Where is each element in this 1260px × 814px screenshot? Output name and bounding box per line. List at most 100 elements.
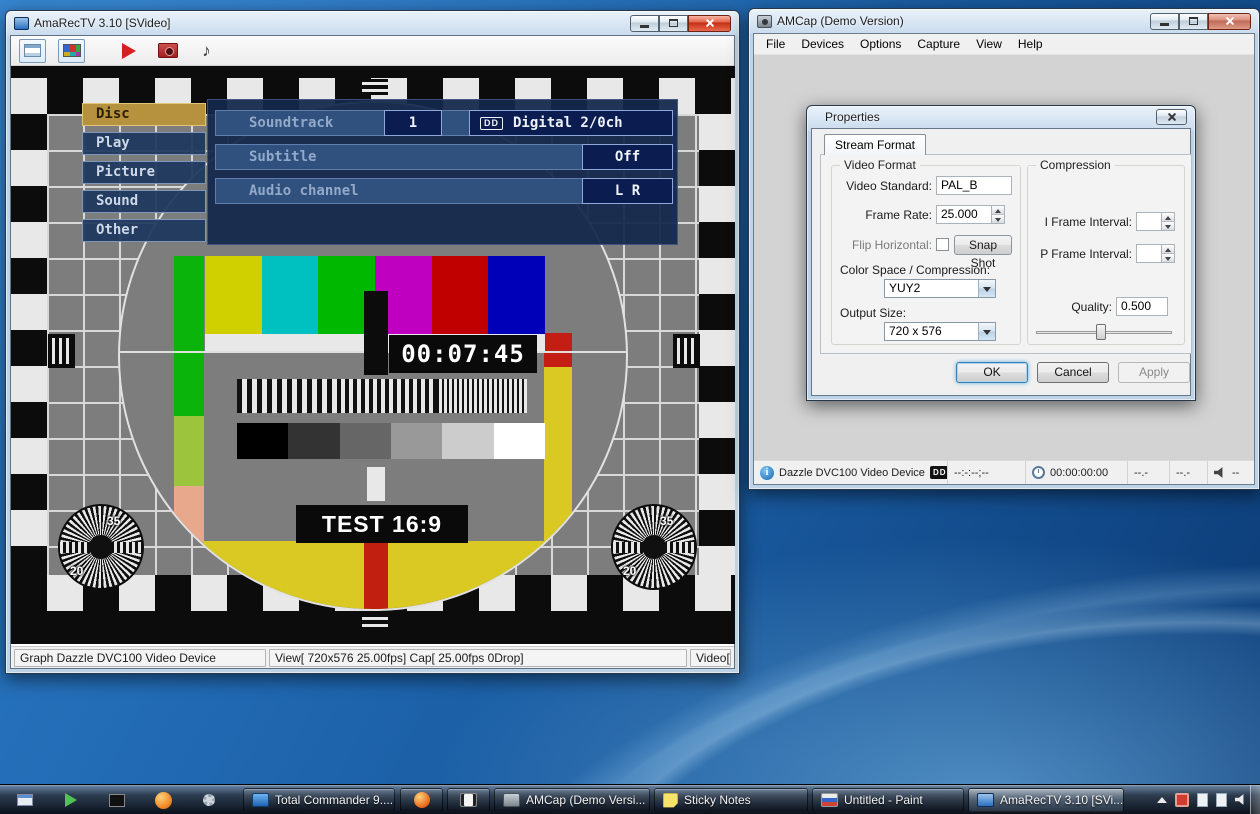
- spinner-down-icon[interactable]: [992, 215, 1004, 223]
- dvd-menu-item-disc[interactable]: Disc: [82, 103, 206, 126]
- frame-rate-spinner[interactable]: [992, 205, 1005, 224]
- quicklaunch-launch-button[interactable]: [60, 789, 82, 811]
- i-frame-interval-label: I Frame Interval:: [1044, 215, 1132, 229]
- quicklaunch-window-button[interactable]: [14, 789, 36, 811]
- status-graph-device: Graph Dazzle DVC100 Video Device: [14, 648, 266, 667]
- amcap-maximize-button[interactable]: [1179, 12, 1208, 30]
- amcap-close-button[interactable]: [1208, 12, 1251, 30]
- properties-dialog: Properties Stream Format Video Format Vi…: [806, 105, 1196, 401]
- desktop: AmaRecTV 3.10 [SVideo] ♪ 00:07:45 TEST 1…: [0, 0, 1260, 814]
- menu-help[interactable]: Help: [1010, 34, 1051, 54]
- taskbar-button-app[interactable]: [447, 788, 490, 812]
- tray-document-icon-1[interactable]: [1197, 792, 1208, 807]
- taskbar-button-firefox[interactable]: [400, 788, 443, 812]
- menu-devices[interactable]: Devices: [793, 34, 852, 54]
- taskbar-button-paint[interactable]: Untitled - Paint: [812, 788, 964, 812]
- properties-titlebar[interactable]: Properties: [811, 106, 1191, 128]
- apply-button[interactable]: Apply: [1118, 362, 1190, 383]
- properties-close-button[interactable]: [1156, 109, 1187, 125]
- quality-slider[interactable]: [1036, 324, 1172, 340]
- firefox-icon: [413, 792, 430, 808]
- taskbar-button-amarectv[interactable]: AmaRecTV 3.10 [SVi...: [968, 788, 1124, 812]
- video-standard-label: Video Standard:: [846, 179, 932, 193]
- dvd-menu-item-picture[interactable]: Picture: [82, 161, 206, 184]
- taskbar-button-amcap[interactable]: AMCap (Demo Versi...: [494, 788, 650, 812]
- volume-icon[interactable]: [1235, 794, 1244, 805]
- amcap-status-value-1: --.-: [1128, 461, 1170, 484]
- clock-icon: [1032, 466, 1045, 479]
- screen-icon: [24, 44, 41, 57]
- taskbar-button-total-commander[interactable]: Total Commander 9....: [243, 788, 395, 812]
- amarectv-titlebar[interactable]: AmaRecTV 3.10 [SVideo]: [10, 11, 735, 35]
- video-standard-field[interactable]: PAL_B: [936, 176, 1012, 195]
- quicklaunch-console-button[interactable]: [106, 789, 128, 811]
- dvd-soundtrack-label: Soundtrack: [249, 115, 334, 131]
- dvd-subtitle-value: Off: [582, 144, 673, 170]
- properties-title: Properties: [825, 110, 880, 124]
- amcap-status-timer: 00:00:00:00: [1026, 461, 1128, 484]
- menu-view[interactable]: View: [968, 34, 1010, 54]
- dvd-menu-panel: Soundtrack 1 DD Digital 2/0ch Subtitle O…: [207, 99, 678, 245]
- preview-config-button[interactable]: [19, 38, 46, 63]
- tab-stream-format[interactable]: Stream Format: [824, 134, 927, 155]
- snap-shot-button[interactable]: Snap Shot: [954, 235, 1012, 270]
- quality-field[interactable]: 0.500: [1116, 297, 1168, 316]
- i-frame-interval-field[interactable]: [1136, 212, 1162, 231]
- dvd-subtitle-row: Subtitle Off: [215, 144, 673, 170]
- amcap-minimize-button[interactable]: [1150, 12, 1179, 30]
- audio-button[interactable]: ♪: [193, 39, 220, 63]
- video-format-group: Video Format Video Standard: PAL_B Frame…: [831, 158, 1021, 345]
- dvd-soundtrack-format: DD Digital 2/0ch: [469, 110, 673, 136]
- dvd-menu-item-other[interactable]: Other: [82, 219, 206, 242]
- frame-rate-field[interactable]: 25.000: [936, 205, 992, 224]
- close-button[interactable]: [688, 14, 731, 32]
- video-preview: 00:07:45 TEST 16:9 35 20 35 20 Disc Play…: [11, 66, 735, 644]
- dvd-menu-overlay: Disc Play Picture Sound Other Soundtrack…: [11, 66, 735, 644]
- dvd-subtitle-label: Subtitle: [249, 149, 317, 165]
- output-size-combo[interactable]: 720 x 576: [884, 322, 996, 341]
- amcap-app-icon: [757, 14, 772, 28]
- taskbar-button-sticky-notes[interactable]: Sticky Notes: [654, 788, 808, 812]
- window-icon: [17, 794, 33, 806]
- amarectv-icon: [977, 793, 994, 807]
- amcap-window-title: AMCap (Demo Version): [777, 14, 904, 28]
- p-frame-interval-label: P Frame Interval:: [1040, 247, 1132, 261]
- paint-icon: [821, 793, 838, 807]
- amarectv-toolbar: ♪: [11, 36, 734, 66]
- maximize-button[interactable]: [659, 14, 688, 32]
- amcap-statusbar: Dazzle DVC100 Video Device DD --:-:--;--…: [754, 460, 1254, 484]
- menu-capture[interactable]: Capture: [909, 34, 968, 54]
- flip-horizontal-checkbox[interactable]: [936, 238, 949, 251]
- video-format-group-label: Video Format: [840, 158, 920, 172]
- tray-app-icon-red[interactable]: [1175, 792, 1189, 807]
- quicklaunch-settings-button[interactable]: [198, 789, 220, 811]
- p-frame-spinner[interactable]: [1162, 244, 1175, 263]
- dvd-menu-item-play[interactable]: Play: [82, 132, 206, 155]
- quicklaunch-browser-button[interactable]: [152, 789, 174, 811]
- cancel-button[interactable]: Cancel: [1037, 362, 1109, 383]
- tray-document-icon-2[interactable]: [1216, 792, 1227, 807]
- minimize-button[interactable]: [630, 14, 659, 32]
- i-frame-spinner[interactable]: [1162, 212, 1175, 231]
- show-hidden-icons-chevron[interactable]: [1157, 796, 1167, 803]
- dvd-audio-label: Audio channel: [249, 183, 359, 199]
- ok-button[interactable]: OK: [956, 362, 1028, 383]
- snapshot-button[interactable]: [154, 39, 181, 63]
- show-desktop-button[interactable]: [1250, 785, 1260, 814]
- dvd-menu-list: Disc Play Picture Sound Other: [82, 103, 206, 248]
- menu-options[interactable]: Options: [852, 34, 909, 54]
- dvd-menu-item-sound[interactable]: Sound: [82, 190, 206, 213]
- record-button[interactable]: [115, 39, 142, 63]
- spinner-up-icon[interactable]: [992, 206, 1004, 215]
- amcap-menubar: File Devices Options Capture View Help: [754, 34, 1254, 55]
- dvd-soundtrack-value: 1: [384, 110, 442, 136]
- p-frame-interval-field[interactable]: [1136, 244, 1162, 263]
- slider-thumb[interactable]: [1096, 324, 1106, 340]
- color-space-combo[interactable]: YUY2: [884, 279, 996, 298]
- menu-file[interactable]: File: [758, 34, 793, 54]
- amcap-titlebar[interactable]: AMCap (Demo Version): [753, 9, 1255, 33]
- console-icon: [109, 793, 125, 807]
- amcap-status-device: Dazzle DVC100 Video Device DD: [754, 461, 948, 484]
- color-space-label: Color Space / Compression:: [840, 263, 991, 277]
- device-config-button[interactable]: [58, 38, 85, 63]
